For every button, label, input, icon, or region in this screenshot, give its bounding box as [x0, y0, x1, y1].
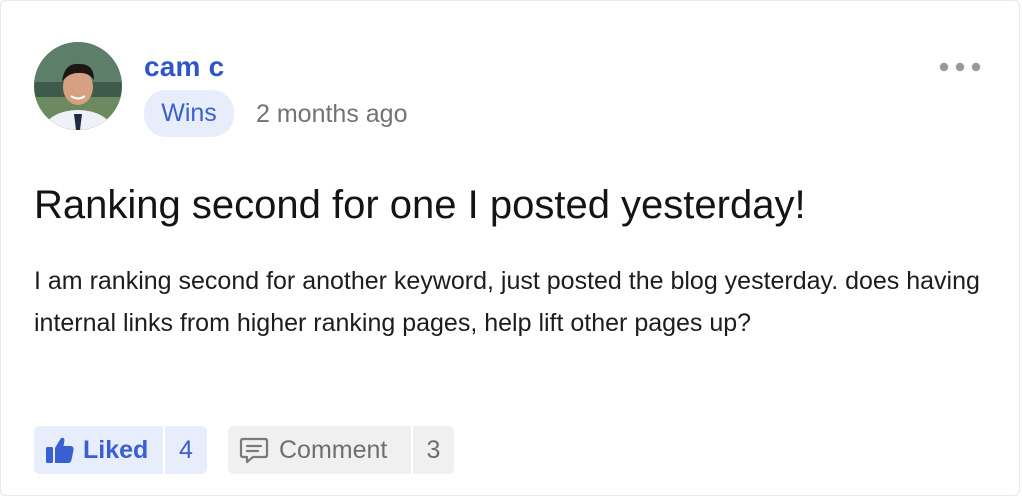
- comment-button[interactable]: Comment 3: [228, 426, 454, 474]
- post-title[interactable]: Ranking second for one I posted yesterda…: [34, 179, 806, 231]
- avatar[interactable]: [34, 42, 122, 130]
- speech-bubble-icon: [239, 436, 269, 464]
- post-card: cam c Wins 2 months ago Ranking second f…: [0, 0, 1020, 496]
- like-label: Liked: [83, 435, 149, 464]
- comment-label: Comment: [279, 435, 388, 464]
- post-timestamp: 2 months ago: [256, 100, 408, 128]
- thumbs-up-icon: [45, 436, 75, 464]
- like-count[interactable]: 4: [165, 426, 207, 474]
- more-options-button[interactable]: [933, 53, 987, 81]
- avatar-photo: [34, 42, 122, 130]
- more-horizontal-icon: [939, 62, 981, 72]
- like-button[interactable]: Liked 4: [34, 426, 207, 474]
- post-body: I am ranking second for another keyword,…: [34, 267, 980, 337]
- category-badge[interactable]: Wins: [144, 90, 234, 137]
- comment-count[interactable]: 3: [413, 426, 454, 474]
- author-name[interactable]: cam c: [144, 49, 224, 85]
